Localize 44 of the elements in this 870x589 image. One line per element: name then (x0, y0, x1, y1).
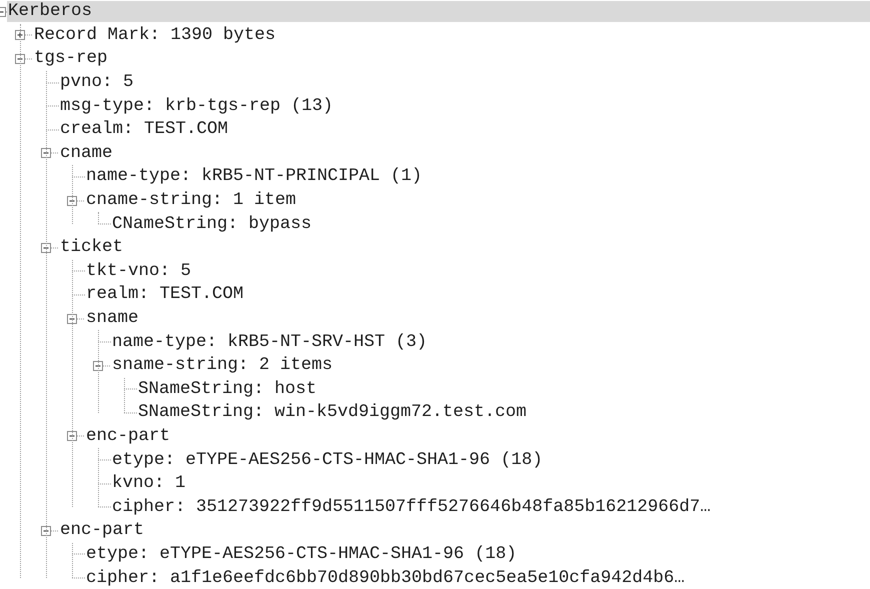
tree-connector (50, 152, 59, 154)
tree-item-label[interactable]: tgs-rep (33, 48, 109, 70)
collapse-icon[interactable] (67, 431, 77, 442)
tree-connector (24, 58, 33, 60)
tree-item-label[interactable]: msg-type: krb-tgs-rep (13) (59, 96, 334, 117)
collapse-icon[interactable] (41, 242, 51, 253)
tree-item-label[interactable]: cipher: a1f1e6eefdc6bb70d890bb30bd67cec5ea5e10cfa942d4b6… (85, 568, 686, 589)
tree-item-label[interactable]: crealm: TEST.COM (59, 119, 230, 140)
tree-connector (76, 200, 85, 202)
collapse-icon[interactable] (41, 526, 51, 536)
tree-item-label[interactable]: Record Mark: 1390 bytes (33, 24, 277, 46)
collapse-icon[interactable] (67, 314, 77, 324)
tree-item-label[interactable]: cname (59, 142, 114, 164)
tree-item-label[interactable]: CNameString: bypass (111, 214, 313, 235)
tree-connector (50, 247, 59, 248)
collapse-icon[interactable] (15, 54, 25, 64)
tree-item-label[interactable]: kvno: 1 (111, 473, 187, 494)
tree-item-label[interactable]: name-type: kRB5-NT-SRV-HST (3) (111, 332, 428, 353)
collapse-icon[interactable] (41, 148, 51, 158)
tree-connector (76, 318, 85, 320)
tree-item-label[interactable]: SNameString: host (137, 378, 318, 400)
tree-item-label[interactable]: realm: TEST.COM (85, 284, 245, 306)
tree-connector (24, 34, 33, 36)
expand-icon[interactable] (15, 30, 25, 40)
tree-connector (76, 436, 85, 437)
tree-item-label[interactable]: sname (85, 308, 140, 330)
collapse-icon[interactable] (0, 6, 6, 17)
tree-item-label[interactable]: cname-string: 1 item (85, 190, 298, 212)
tree-item-label[interactable]: cipher: 351273922ff9d5511507fff5276646b48fa85b16212966d7… (111, 496, 712, 518)
tree-connector (102, 365, 111, 366)
tree-item-label[interactable]: etype: eTYPE-AES256-CTS-HMAC-SHA1-96 (18) (111, 450, 544, 471)
tree-item-label[interactable]: enc-part (59, 520, 146, 542)
tree-item-label[interactable]: Kerberos (7, 1, 870, 22)
collapse-icon[interactable] (67, 196, 77, 206)
tree-item-label[interactable]: name-type: kRB5-NT-PRINCIPAL (1) (85, 166, 424, 188)
tree-item-label[interactable]: sname-string: 2 items (111, 355, 334, 376)
tree-item-label[interactable]: etype: eTYPE-AES256-CTS-HMAC-SHA1-96 (18) (85, 544, 518, 565)
tree-connector (50, 530, 59, 532)
tree-item-label[interactable]: enc-part (85, 426, 172, 447)
tree-item-label[interactable]: ticket (59, 237, 124, 258)
tree-item-label[interactable]: tkt-vno: 5 (85, 260, 192, 282)
tree-item-label[interactable]: SNameString: win-k5vd9iggm72.test.com (137, 402, 528, 424)
tree-item-label[interactable]: pvno: 5 (59, 72, 135, 94)
collapse-icon[interactable] (93, 360, 103, 371)
